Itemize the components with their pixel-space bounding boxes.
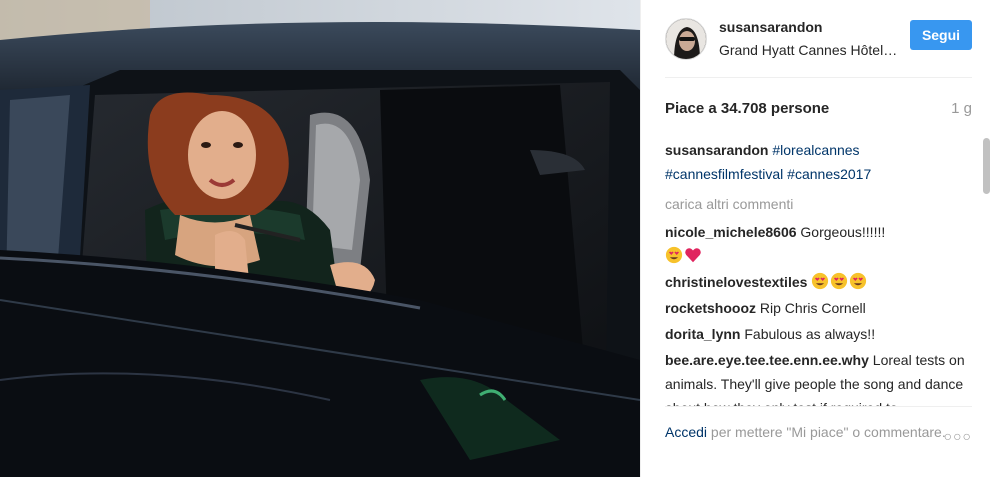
heart-eyes-emoji-icon xyxy=(812,272,829,290)
comments-scrollbar[interactable] xyxy=(983,138,990,406)
comment-item: bee.are.eye.tee.tee.enn.ee.why Loreal te… xyxy=(665,348,965,406)
author-username[interactable]: susansarandon xyxy=(719,18,910,36)
hashtag-link[interactable]: #lorealcannes xyxy=(772,142,859,158)
hashtag-link[interactable]: #cannesfilmfestival xyxy=(665,166,783,182)
comment-item: nicole_michele8606 Gorgeous!!!!!! xyxy=(665,220,965,268)
comment-username[interactable]: dorita_lynn xyxy=(665,326,740,342)
follow-button[interactable]: Segui xyxy=(910,20,972,50)
post-author-block: susansarandon Grand Hyatt Cannes Hôtel M… xyxy=(719,18,910,60)
hashtag-link[interactable]: #cannes2017 xyxy=(787,166,871,182)
post-header: susansarandon Grand Hyatt Cannes Hôtel M… xyxy=(641,0,996,78)
comment-username[interactable]: nicole_michele8606 xyxy=(665,224,797,240)
avatar[interactable] xyxy=(665,18,707,60)
scrollbar-thumb[interactable] xyxy=(983,138,990,194)
comment-text: Gorgeous!!!!!! xyxy=(800,224,886,240)
post-location[interactable]: Grand Hyatt Cannes Hôtel Martinez xyxy=(719,40,899,60)
load-more-comments[interactable]: carica altri commenti xyxy=(665,192,982,216)
comment-item: rocketshoooz Rip Chris Cornell xyxy=(665,296,965,320)
comment-item: dorita_lynn Fabulous as always!! xyxy=(665,322,965,346)
heart-eyes-emoji-icon xyxy=(831,272,848,290)
heart-eyes-emoji-icon xyxy=(850,272,867,290)
comments-list[interactable]: susansarandon #lorealcannes #cannesfilmf… xyxy=(665,138,982,406)
caption-username[interactable]: susansarandon xyxy=(665,142,768,158)
instagram-post: susansarandon Grand Hyatt Cannes Hôtel M… xyxy=(0,0,996,477)
photo-illustration xyxy=(0,0,640,477)
post-photo[interactable] xyxy=(0,0,640,477)
more-options-icon[interactable]: ○○○ xyxy=(944,428,972,444)
login-link[interactable]: Accedi xyxy=(665,424,707,440)
avatar-image xyxy=(666,19,706,59)
comment-username[interactable]: rocketshoooz xyxy=(665,300,756,316)
likes-row: Piace a 34.708 persone 1 g xyxy=(641,78,996,138)
caption: susansarandon #lorealcannes #cannesfilmf… xyxy=(665,138,965,186)
heart-eyes-emoji-icon xyxy=(665,246,683,264)
comment-username[interactable]: christinelovestextiles xyxy=(665,274,807,290)
post-sidebar: susansarandon Grand Hyatt Cannes Hôtel M… xyxy=(640,0,996,477)
comment-item: christinelovestextiles xyxy=(665,270,965,294)
login-prompt-text: per mettere "Mi piace" o commentare. xyxy=(707,424,946,440)
likes-count[interactable]: Piace a 34.708 persone xyxy=(665,100,829,117)
comment-username[interactable]: bee.are.eye.tee.tee.enn.ee.why xyxy=(665,352,869,368)
post-age[interactable]: 1 g xyxy=(951,100,972,117)
post-footer: Accedi per mettere "Mi piace" o commenta… xyxy=(665,406,972,477)
red-heart-emoji-icon xyxy=(685,248,701,263)
comment-text: Rip Chris Cornell xyxy=(759,300,866,316)
comment-text: Fabulous as always!! xyxy=(744,326,876,342)
